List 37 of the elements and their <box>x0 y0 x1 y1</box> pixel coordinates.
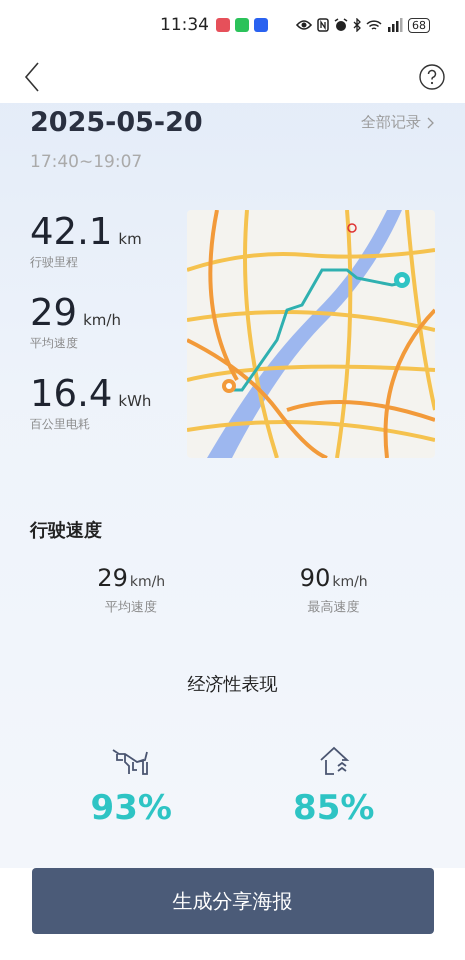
eye-icon <box>296 19 312 31</box>
section-title: 行驶速度 <box>30 519 103 542</box>
stat-unit: kWh <box>118 392 152 410</box>
chat-notification-icon <box>235 18 249 32</box>
help-button[interactable] <box>419 64 445 90</box>
signal-icon <box>387 18 403 32</box>
stat-value: 42.1 <box>30 210 112 254</box>
stat-value: 29 <box>30 291 78 335</box>
bluetooth-icon <box>353 18 361 32</box>
battery-level: 68 <box>408 18 430 32</box>
speed-value: 29 <box>97 564 128 592</box>
app-notification-icon <box>216 18 230 32</box>
stat-unit: km/h <box>83 311 121 329</box>
share-poster-button[interactable]: 生成分享海报 <box>32 868 434 934</box>
cloud-notification-icon <box>254 18 268 32</box>
economy-percentage: 85% <box>293 788 374 828</box>
speed-unit: km/h <box>130 574 166 590</box>
stat-value: 16.4 <box>30 372 112 416</box>
back-button[interactable] <box>24 62 40 92</box>
stat-label: 行驶里程 <box>30 254 79 271</box>
chevron-right-icon <box>427 116 435 128</box>
economy-percentage: 93% <box>90 788 172 828</box>
wifi-icon <box>366 18 382 32</box>
nfc-icon <box>317 18 329 32</box>
stat-unit: km <box>118 230 142 248</box>
section-title: 经济性表现 <box>186 673 278 696</box>
stat-label: 百公里电耗 <box>30 416 91 433</box>
speed-value: 90 <box>300 564 330 592</box>
house-icon <box>318 746 350 776</box>
trip-date: 2025-05-20 <box>30 107 203 138</box>
status-time: 11:34 <box>160 15 209 35</box>
alarm-icon <box>334 18 348 32</box>
speed-unit: km/h <box>332 574 368 590</box>
speed-label: 平均速度 <box>105 599 158 616</box>
trip-time-range: 17:40~19:07 <box>30 152 144 172</box>
speed-label: 最高速度 <box>308 599 360 616</box>
stat-label: 平均速度 <box>30 335 79 352</box>
